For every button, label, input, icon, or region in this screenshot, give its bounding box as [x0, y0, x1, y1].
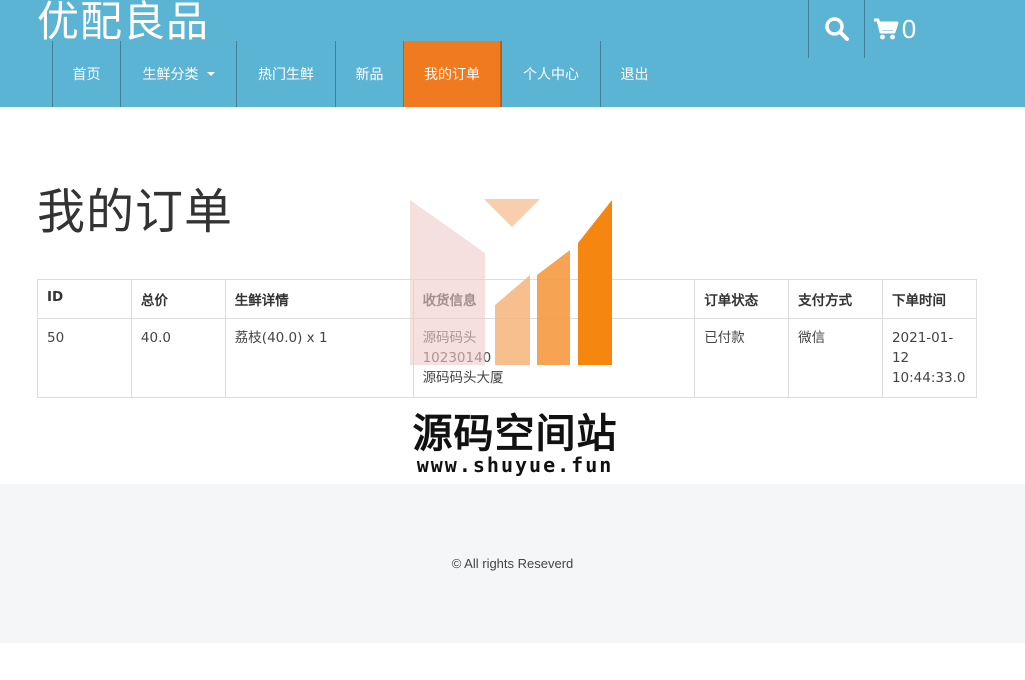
- cart-count: 0: [901, 13, 917, 44]
- nav-hot-label: 热门生鲜: [258, 67, 314, 83]
- col-header-status: 订单状态: [694, 279, 790, 319]
- col-header-date: 下单时间: [881, 279, 978, 319]
- address-street: 源码码头大厦: [422, 370, 504, 386]
- page-title: 我的订单: [37, 184, 234, 240]
- nav-my-orders-label: 我的订单: [424, 67, 480, 83]
- col-header-details: 生鲜详情: [224, 279, 414, 319]
- nav-logout[interactable]: 退出: [600, 41, 668, 107]
- main-nav: 首页 生鲜分类 热门生鲜 新品 我的订单 个人中心 退出: [52, 41, 668, 107]
- nav-home-label: 首页: [72, 67, 101, 83]
- table-row: 50 40.0 荔枝(40.0) x 1 源码码头 10230140 源码码头大…: [37, 318, 978, 398]
- order-id: 50: [37, 318, 132, 398]
- copyright-text: © All rights Reseverd: [451, 556, 574, 571]
- watermark-url: www.shuyue.fun: [416, 453, 614, 477]
- footer: © All rights Reseverd: [0, 484, 1025, 643]
- order-time: 2021-01-12 10:44:33.0: [881, 318, 978, 398]
- table-header-row: ID 总价 生鲜详情 收货信息 订单状态 支付方式 下单时间: [37, 279, 978, 319]
- search-button[interactable]: [808, 0, 864, 58]
- nav-profile[interactable]: 个人中心: [501, 41, 600, 107]
- col-header-address: 收货信息: [412, 279, 696, 319]
- caret-down-icon: [206, 72, 215, 76]
- col-header-id: ID: [37, 279, 132, 319]
- cart-icon: [873, 18, 899, 40]
- order-address: 源码码头 10230140 源码码头大厦: [412, 318, 696, 398]
- order-details: 荔枝(40.0) x 1: [224, 318, 414, 398]
- col-header-total: 总价: [130, 279, 226, 319]
- address-phone: 10230140: [422, 350, 492, 366]
- search-icon: [824, 17, 849, 41]
- address-name: 源码码头: [422, 330, 477, 346]
- nav-home[interactable]: 首页: [52, 41, 120, 107]
- watermark-name: 源码空间站: [412, 411, 618, 457]
- nav-new[interactable]: 新品: [335, 41, 403, 107]
- orders-table: ID 总价 生鲜详情 收货信息 订单状态 支付方式 下单时间 50 40.0 荔…: [37, 279, 978, 398]
- nav-my-orders[interactable]: 我的订单: [403, 41, 501, 107]
- header: 优配良品 首页 生鲜分类 热门生鲜 新品 我的订单 个人中心 退出 0: [0, 0, 1025, 107]
- order-date-value: 2021-01-12: [891, 330, 954, 366]
- order-payment: 微信: [788, 318, 883, 398]
- order-total: 40.0: [130, 318, 226, 398]
- nav-hot[interactable]: 热门生鲜: [236, 41, 335, 107]
- nav-new-label: 新品: [355, 67, 384, 83]
- nav-categories[interactable]: 生鲜分类: [120, 41, 236, 107]
- order-status: 已付款: [694, 318, 790, 398]
- nav-profile-label: 个人中心: [523, 67, 579, 83]
- order-time-value: 10:44:33.0: [891, 370, 966, 386]
- nav-logout-label: 退出: [620, 67, 649, 83]
- col-header-payment: 支付方式: [788, 279, 883, 319]
- cart-button[interactable]: 0: [864, 0, 924, 58]
- nav-categories-label: 生鲜分类: [142, 67, 199, 83]
